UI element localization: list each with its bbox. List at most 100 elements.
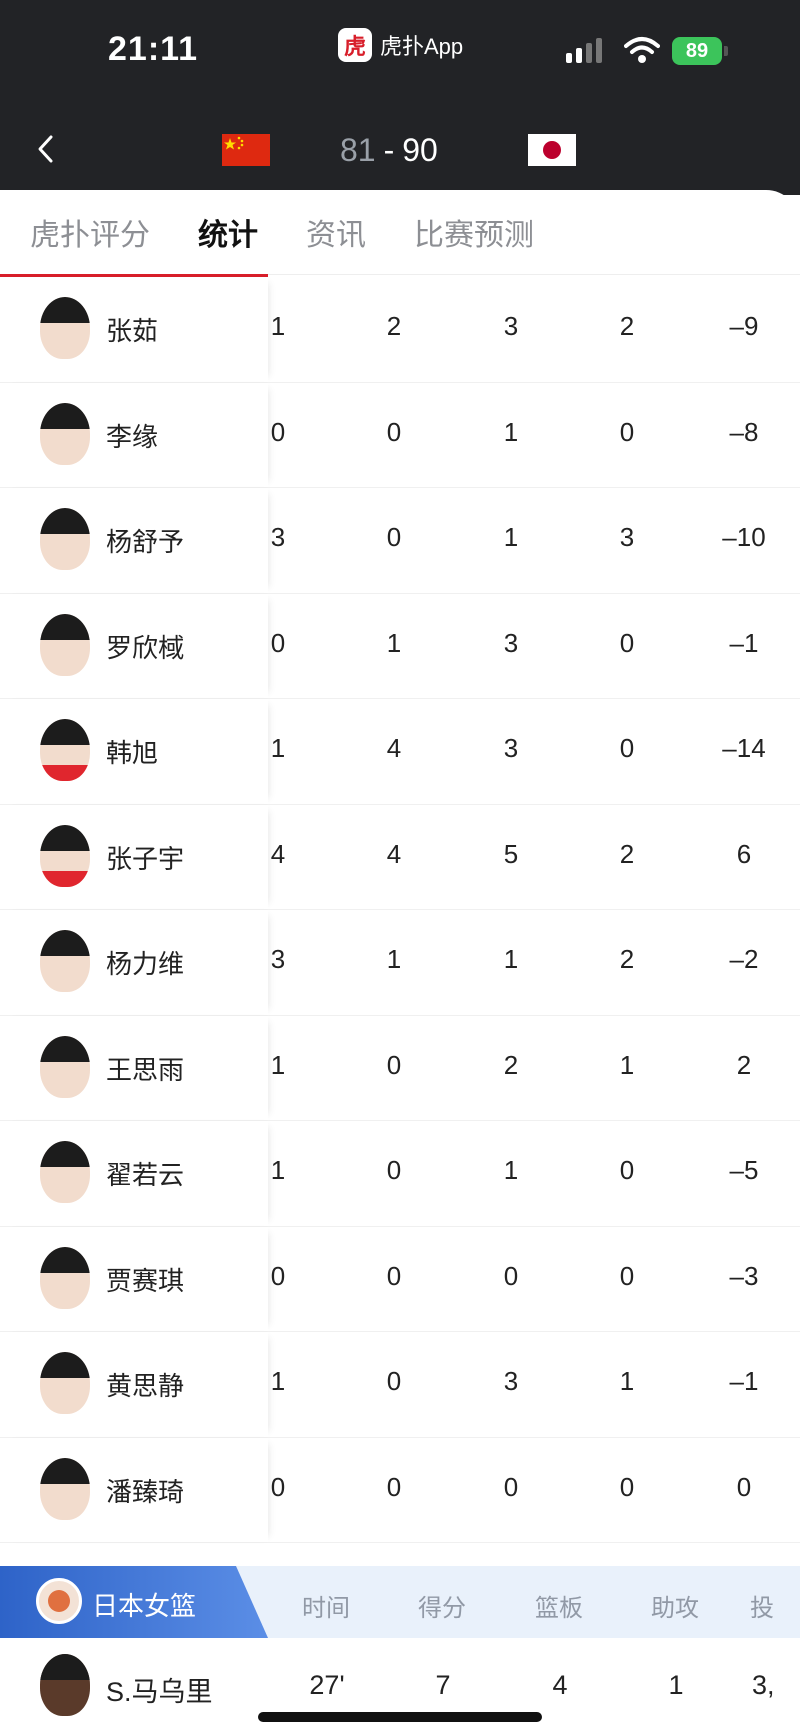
back-arrow-icon[interactable]	[34, 134, 58, 164]
stat-cell: 0	[386, 1366, 402, 1396]
table-row[interactable]: 杨力维 3 1 1 2 –2	[0, 910, 800, 1016]
cellular-signal-icon	[566, 38, 602, 63]
player-cell[interactable]: 潘臻琦	[0, 1437, 268, 1542]
player-name: 潘臻琦	[106, 1477, 185, 1508]
column-header-points: 得分	[418, 1594, 466, 1622]
player-avatar	[40, 719, 90, 781]
stat-cell: 4	[386, 838, 402, 869]
stat-cell: 2	[619, 944, 635, 974]
player-name: 张子宇	[106, 844, 185, 875]
player-avatar	[40, 1035, 90, 1098]
player-name: 杨力维	[106, 950, 185, 980]
stat-cell: 1	[270, 1155, 286, 1185]
player-cell[interactable]: 黄思静	[0, 1332, 268, 1437]
table-row[interactable]: 李缘 0 0 1 0 –8	[0, 382, 800, 488]
player-avatar	[40, 1246, 90, 1309]
player-cell[interactable]: 翟若云	[0, 1121, 268, 1226]
player-cell[interactable]: 罗欣棫	[0, 593, 268, 698]
stat-time: 27'	[309, 1670, 345, 1700]
player-name: 王思雨	[106, 1055, 185, 1086]
china-player-table: 张茹 1 2 3 2 –9 李缘 0 0 1 0 –8 杨舒予 3 0 1 3 –10 罗欣棫 0 1 3 0 –1 韩旭 1 4 3…	[0, 277, 800, 1543]
table-row[interactable]: 张茹 1 2 3 2 –9	[0, 277, 800, 383]
player-avatar	[40, 613, 90, 676]
tab-divider	[268, 274, 800, 275]
table-row[interactable]: 王思雨 1 0 2 1 2	[0, 1015, 800, 1121]
tab-stats[interactable]: 统计	[198, 210, 258, 298]
stat-cell: 0	[619, 416, 635, 447]
table-row[interactable]: 翟若云 1 0 1 0 –5	[0, 1121, 800, 1227]
player-avatar	[40, 930, 90, 992]
player-cell[interactable]: 王思雨	[0, 1015, 268, 1120]
player-cell[interactable]: 杨舒予	[0, 488, 268, 593]
team-pill[interactable]: 日本女篮	[0, 1566, 268, 1638]
player-cell[interactable]: 张子宇	[0, 804, 268, 909]
stat-assists: 1	[668, 1670, 684, 1700]
stat-cell: 0	[736, 1471, 752, 1502]
column-header-rebounds: 篮板	[535, 1594, 583, 1622]
stat-cell: 0	[386, 1049, 402, 1080]
player-name: 杨舒予	[106, 528, 185, 558]
player-cell[interactable]: 韩旭	[0, 699, 268, 804]
stat-cell: 1	[386, 627, 402, 658]
stat-cell: 2	[619, 311, 635, 341]
header-bar: 21:11 虎 虎扑App 89 81 - 90	[0, 0, 800, 195]
stat-cell: 0	[386, 416, 402, 447]
stat-cell: 0	[619, 627, 635, 658]
battery-tip	[724, 46, 728, 56]
player-cell[interactable]: 贾赛琪	[0, 1226, 268, 1331]
tab-news[interactable]: 资讯	[306, 210, 366, 272]
stat-cell: 1	[503, 522, 519, 552]
player-cell[interactable]: 李缘	[0, 382, 268, 487]
table-row[interactable]: 贾赛琪 0 0 0 0 –3	[0, 1226, 800, 1332]
stat-cell: 1	[503, 1155, 519, 1185]
player-avatar	[40, 824, 90, 887]
player-avatar	[40, 508, 90, 570]
table-row[interactable]: 韩旭 1 4 3 0 –14	[0, 699, 800, 805]
stat-cell: 6	[736, 838, 752, 869]
tab-hupu-rating[interactable]: 虎扑评分	[30, 210, 150, 272]
stat-cell: 3	[503, 627, 519, 658]
stat-cell: –14	[722, 733, 766, 763]
player-cell[interactable]: 杨力维	[0, 910, 268, 1015]
table-row[interactable]: 潘臻琦 0 0 0 0 0	[0, 1437, 800, 1543]
stat-cell: 0	[619, 1155, 635, 1185]
table-row[interactable]: 张子宇 4 4 5 2 6	[0, 804, 800, 910]
stat-cell: 3	[503, 1366, 519, 1396]
stat-shots: 3,	[752, 1670, 775, 1700]
wifi-icon	[624, 37, 660, 63]
player-name: 黄思静	[106, 1372, 185, 1402]
player-avatar	[40, 1457, 90, 1520]
column-header-time: 时间	[302, 1594, 350, 1622]
table-row[interactable]: 黄思静 1 0 3 1 –1	[0, 1332, 800, 1438]
table-row[interactable]: 杨舒予 3 0 1 3 –10	[0, 488, 800, 594]
japan-team-logo-icon	[36, 1578, 82, 1624]
stat-cell: 3	[503, 733, 519, 763]
stat-cell: 1	[270, 733, 286, 763]
stat-cell: 0	[619, 1260, 635, 1291]
stat-cell: 0	[270, 627, 286, 658]
player-name: S.马乌里	[106, 1677, 213, 1707]
table-row[interactable]: 罗欣棫 0 1 3 0 –1	[0, 593, 800, 699]
stat-cell: 1	[386, 944, 402, 974]
stat-rebounds: 4	[552, 1670, 568, 1700]
stat-cell: 1	[503, 944, 519, 974]
stat-cell: 0	[619, 1471, 635, 1502]
player-cell[interactable]: 张茹	[0, 277, 268, 382]
stat-cell: 1	[270, 311, 286, 341]
stat-cell: 3	[619, 522, 635, 552]
stat-cell: –8	[729, 416, 759, 447]
stat-cell: –3	[729, 1260, 759, 1291]
stat-cell: –9	[729, 311, 759, 341]
tab-prediction[interactable]: 比赛预测	[414, 210, 534, 272]
china-flag-icon	[222, 134, 270, 166]
home-score: 81	[340, 132, 376, 168]
hupu-logo-icon: 虎	[338, 28, 372, 62]
stat-cell: 0	[503, 1260, 519, 1291]
column-header-shots: 投	[750, 1594, 774, 1622]
stat-cell: 5	[503, 838, 519, 869]
stat-cell: 2	[503, 1049, 519, 1080]
player-name: 张茹	[106, 317, 159, 347]
stat-cell: 3	[270, 944, 286, 974]
player-avatar	[40, 1141, 90, 1203]
home-indicator	[258, 1712, 542, 1722]
